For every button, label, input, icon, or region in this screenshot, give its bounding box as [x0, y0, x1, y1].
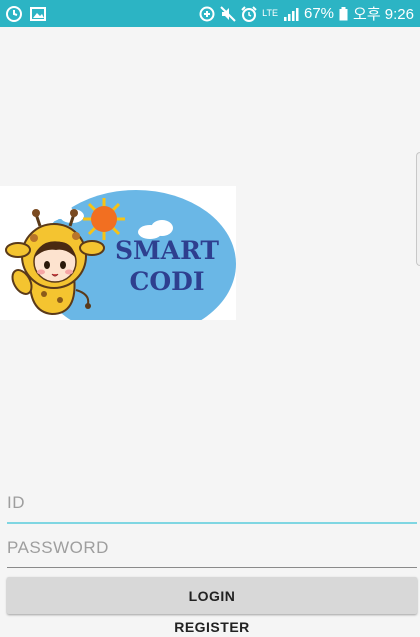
data-saver-icon	[199, 6, 215, 22]
battery-icon	[339, 6, 348, 22]
mute-icon	[220, 5, 236, 22]
id-input[interactable]	[7, 484, 417, 524]
sun-icon	[83, 198, 125, 240]
app-logo: SMART CODI	[0, 186, 236, 320]
lte-icon: LTE	[262, 8, 278, 18]
status-bar: LTE 67% 오후 9:26	[0, 0, 420, 27]
password-input[interactable]	[7, 528, 417, 568]
alarm-icon	[241, 5, 257, 22]
signal-icon	[283, 6, 299, 22]
register-button[interactable]: REGISTER	[7, 618, 417, 637]
sync-icon	[6, 5, 22, 22]
battery-percent: 67%	[304, 5, 335, 22]
login-button[interactable]: LOGIN	[7, 577, 417, 614]
clock: 오후 9:26	[353, 6, 414, 23]
logo-text-codi: CODI	[129, 267, 204, 296]
logo-text-smart: SMART	[115, 236, 219, 265]
edge-panel-handle[interactable]	[416, 152, 420, 266]
image-icon	[30, 6, 46, 22]
